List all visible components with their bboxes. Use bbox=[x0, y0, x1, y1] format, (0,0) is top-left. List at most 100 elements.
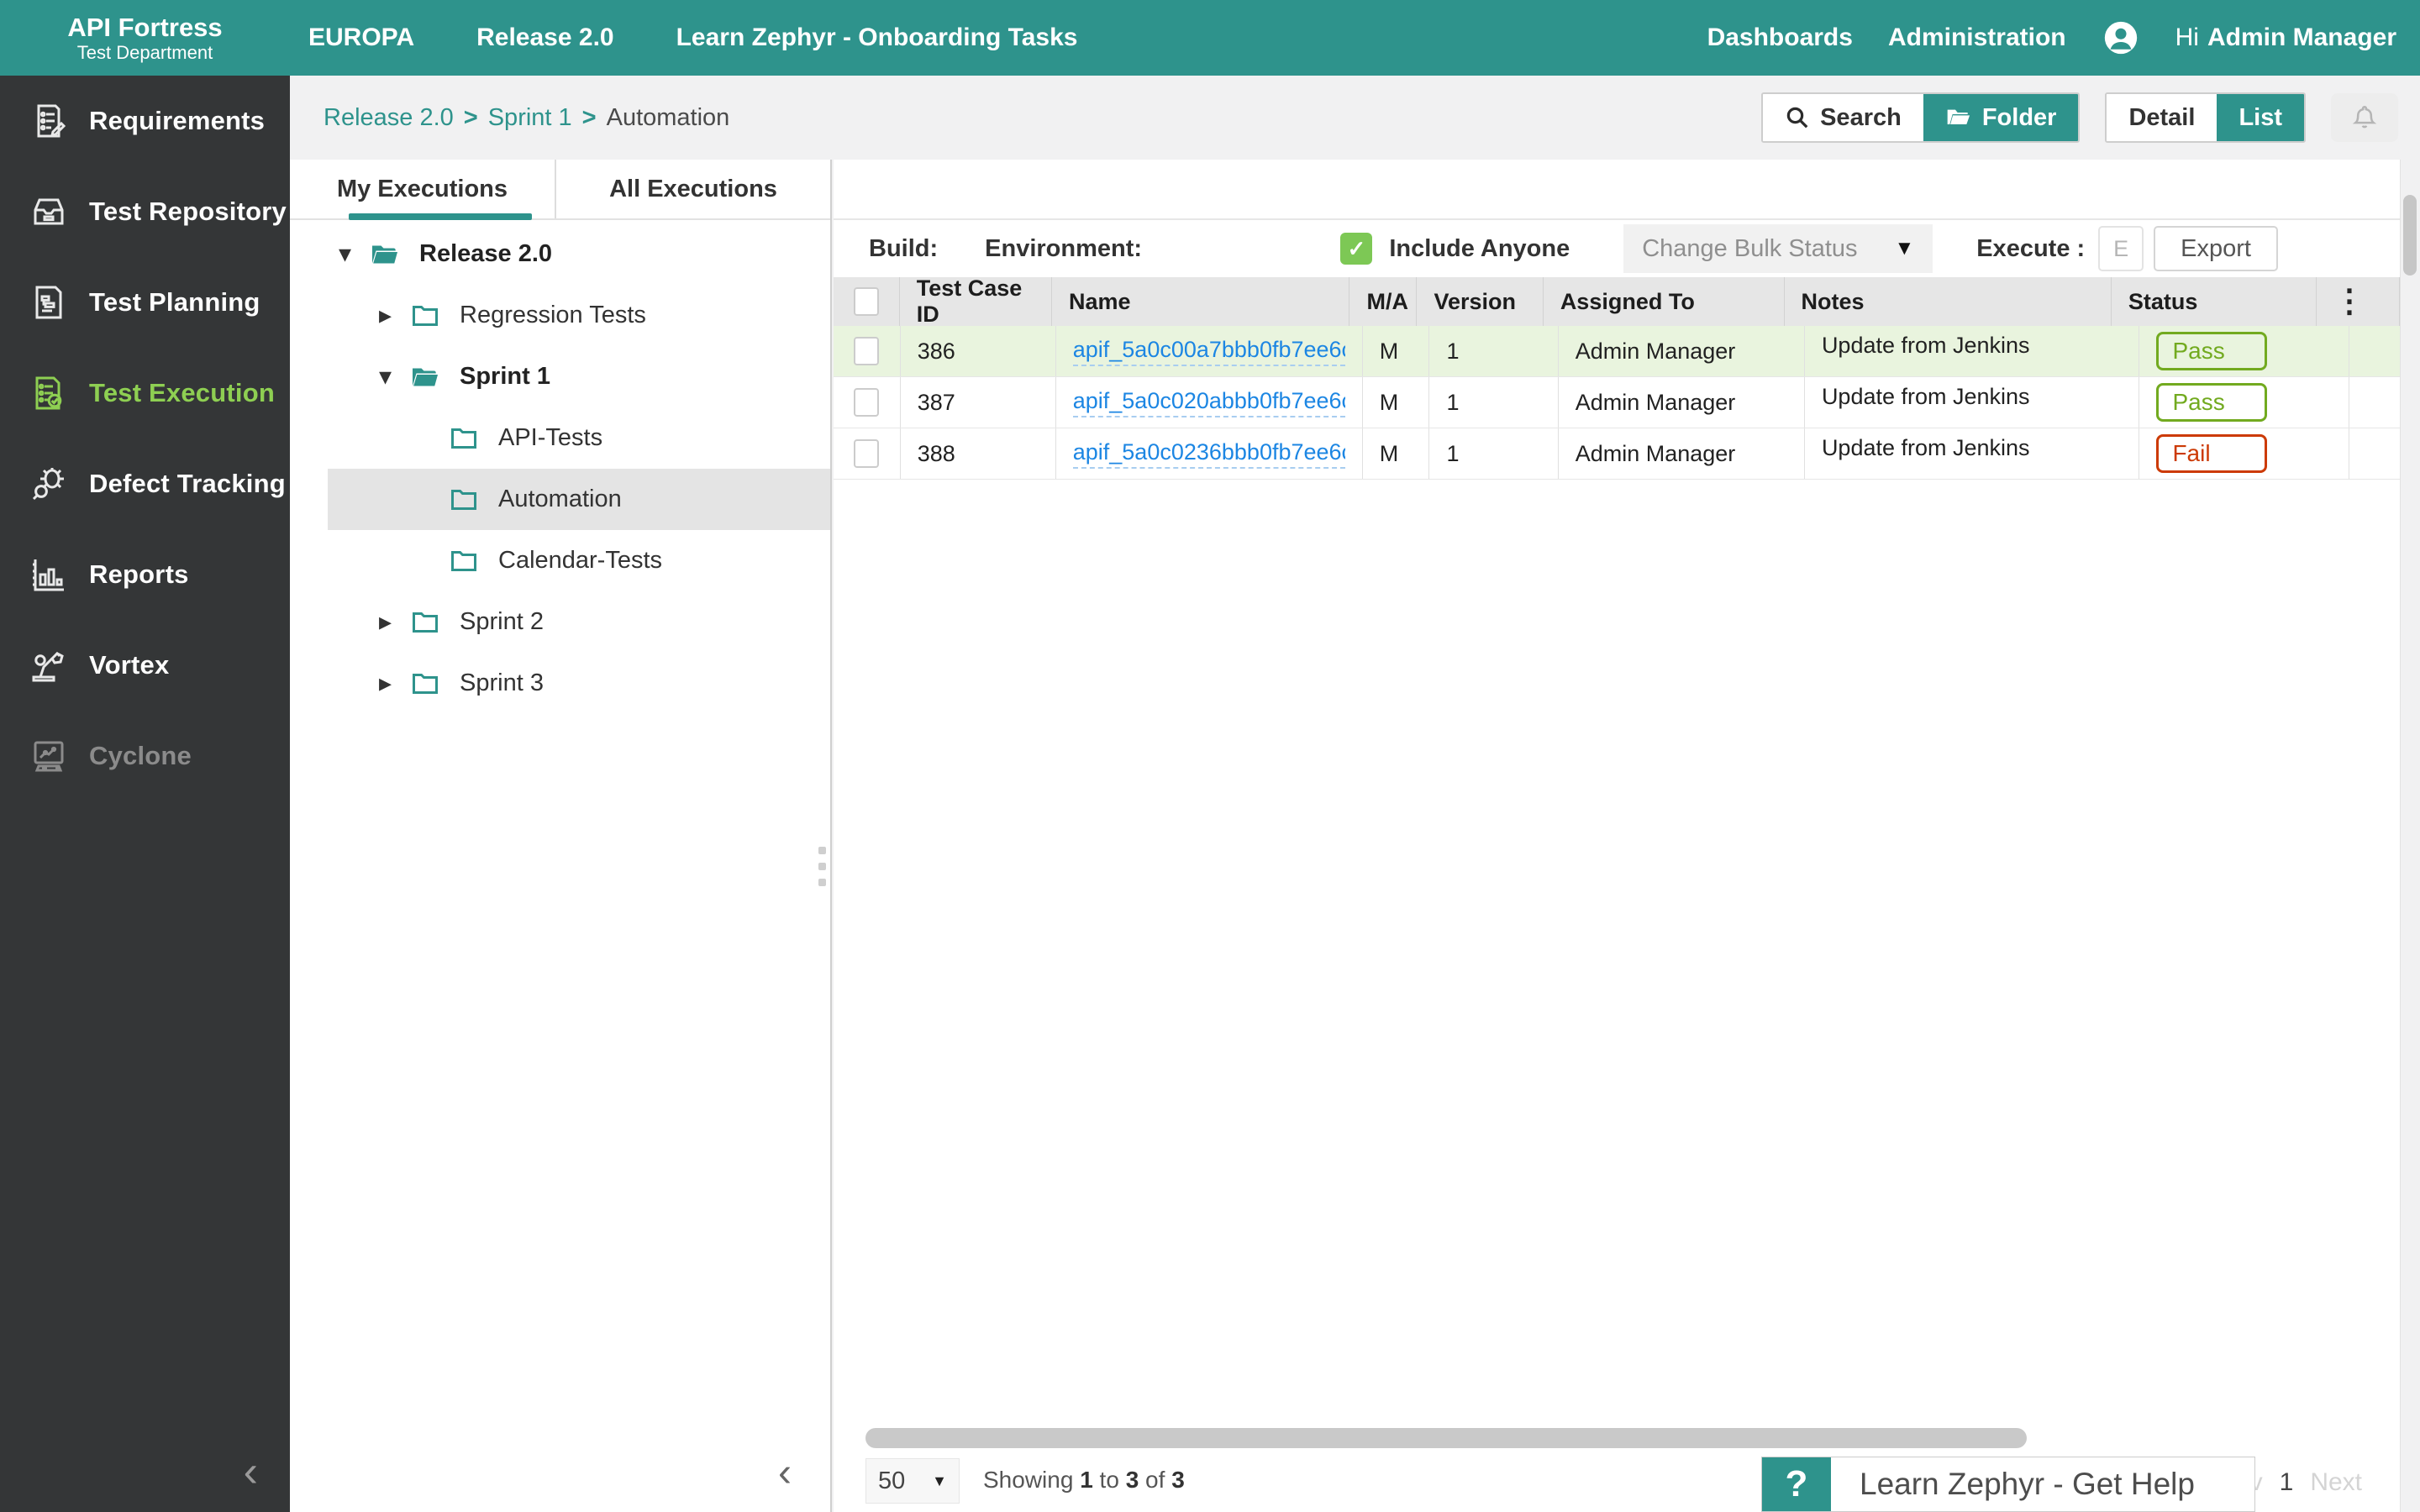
row-checkbox[interactable] bbox=[854, 388, 879, 417]
table-row[interactable]: 386 apif_5a0c00a7bbb0fb7ee6c5... M 1 Adm… bbox=[834, 326, 2400, 377]
sidebar-collapse-chevron-icon[interactable]: ‹ bbox=[244, 1450, 258, 1494]
status-cell: Pass bbox=[2139, 326, 2349, 376]
showing-prefix: Showing bbox=[983, 1467, 1073, 1493]
horizontal-scrollbar-thumb[interactable] bbox=[865, 1428, 2027, 1448]
showing-from: 1 bbox=[1080, 1467, 1093, 1493]
tree-node-automation[interactable]: Automation bbox=[328, 469, 830, 530]
caret-right-icon[interactable]: ▸ bbox=[379, 301, 408, 330]
folder-icon bbox=[408, 607, 443, 638]
sidebar-item-test-repository[interactable]: Test Repository bbox=[0, 166, 290, 257]
showing-total: 3 bbox=[1171, 1467, 1185, 1493]
folder-button[interactable]: Folder bbox=[1923, 94, 2079, 141]
sidebar-item-requirements[interactable]: Requirements bbox=[0, 76, 290, 166]
sidebar-item-defect-tracking[interactable]: Defect Tracking bbox=[0, 438, 290, 529]
notifications-button[interactable] bbox=[2331, 93, 2398, 142]
nav-europa[interactable]: EUROPA bbox=[308, 24, 414, 52]
tree-node-regression-tests[interactable]: ▸ Regression Tests bbox=[328, 285, 830, 346]
test-case-link[interactable]: apif_5a0c0236bbb0fb7ee6c5... bbox=[1073, 439, 1345, 469]
status-badge[interactable]: Fail bbox=[2156, 434, 2267, 473]
sidebar-item-test-execution[interactable]: Test Execution bbox=[0, 348, 290, 438]
select-all-checkbox[interactable] bbox=[854, 287, 879, 316]
column-settings-kebab-icon[interactable]: ⋮ bbox=[2333, 289, 2365, 314]
column-header-name[interactable]: Name bbox=[1052, 277, 1349, 326]
column-header-notes[interactable]: Notes bbox=[1785, 277, 2112, 326]
status-cell: Fail bbox=[2139, 428, 2349, 479]
sidebar-item-cyclone[interactable]: Cyclone bbox=[0, 711, 290, 801]
row-filler bbox=[2349, 326, 2400, 376]
folder-tree: ▾ Release 2.0 ▸ Regression Tests ▾ Sprin… bbox=[290, 220, 830, 714]
tree-collapse-chevron-icon[interactable]: ‹ bbox=[778, 1453, 792, 1494]
column-header-test-case-id[interactable]: Test Case ID bbox=[900, 277, 1052, 326]
tree-node-api-tests[interactable]: API-Tests bbox=[328, 407, 830, 469]
nav-learn-zephyr[interactable]: Learn Zephyr - Onboarding Tasks bbox=[676, 24, 1078, 52]
nav-dashboards[interactable]: Dashboards bbox=[1707, 24, 1853, 52]
caret-right-icon[interactable]: ▸ bbox=[379, 607, 408, 637]
column-header-status[interactable]: Status bbox=[2112, 277, 2317, 326]
greeting-prefix: Hi bbox=[2175, 24, 2199, 51]
tree-node-label: Automation bbox=[498, 486, 622, 513]
tab-my-executions[interactable]: My Executions bbox=[290, 160, 555, 218]
tab-all-executions[interactable]: All Executions bbox=[555, 160, 830, 218]
tree-node-label: Sprint 2 bbox=[460, 608, 544, 636]
row-checkbox[interactable] bbox=[854, 439, 879, 468]
column-header-ma[interactable]: M/A bbox=[1349, 277, 1417, 326]
caret-down-icon[interactable]: ▾ bbox=[379, 362, 408, 391]
test-case-id-cell: 388 bbox=[901, 428, 1056, 479]
ma-cell: M bbox=[1363, 377, 1430, 428]
tree-node-sprint-2[interactable]: ▸ Sprint 2 bbox=[328, 591, 830, 653]
user-greeting[interactable]: HiAdmin Manager bbox=[2175, 24, 2396, 52]
defect-tracking-icon bbox=[29, 464, 69, 504]
tree-node-label: API-Tests bbox=[498, 424, 602, 452]
sidebar: Requirements Test Repository Test Planni… bbox=[0, 76, 290, 1512]
version-cell: 1 bbox=[1429, 428, 1558, 479]
sidebar-item-test-planning[interactable]: Test Planning bbox=[0, 257, 290, 348]
nav-administration[interactable]: Administration bbox=[1888, 24, 2066, 52]
row-checkbox-cell bbox=[834, 377, 901, 428]
status-badge[interactable]: Pass bbox=[2156, 332, 2267, 370]
table-row[interactable]: 387 apif_5a0c020abbb0fb7ee6c5... M 1 Adm… bbox=[834, 377, 2400, 428]
column-header-version[interactable]: Version bbox=[1417, 277, 1543, 326]
notes-cell: Update from Jenkins bbox=[1805, 428, 2140, 479]
assigned-to-cell: Admin Manager bbox=[1559, 428, 1805, 479]
pagination-page-1[interactable]: 1 bbox=[2280, 1468, 2294, 1497]
row-checkbox[interactable] bbox=[854, 337, 879, 365]
page-size-select[interactable]: 50 ▼ bbox=[865, 1458, 960, 1504]
table-row[interactable]: 388 apif_5a0c0236bbb0fb7ee6c5... M 1 Adm… bbox=[834, 428, 2400, 480]
status-badge[interactable]: Pass bbox=[2156, 383, 2267, 422]
executions-toolbar: Build: Environment: ✓ Include Anyone Cha… bbox=[834, 220, 2400, 277]
tree-node-label: Calendar-Tests bbox=[498, 547, 662, 575]
search-button-label: Search bbox=[1820, 104, 1902, 132]
test-case-link[interactable]: apif_5a0c020abbb0fb7ee6c5... bbox=[1073, 388, 1345, 417]
test-repository-icon bbox=[29, 192, 69, 232]
sidebar-item-label: Reports bbox=[89, 559, 189, 590]
breadcrumb-sprint-link[interactable]: Sprint 1 bbox=[488, 104, 572, 132]
vertical-scrollbar-track[interactable] bbox=[2400, 160, 2420, 1512]
detail-button[interactable]: Detail bbox=[2107, 94, 2217, 141]
sidebar-item-label: Requirements bbox=[89, 106, 265, 136]
tree-node-release-2-0[interactable]: ▾ Release 2.0 bbox=[328, 223, 830, 285]
column-header-assigned-to[interactable]: Assigned To bbox=[1544, 277, 1785, 326]
include-anyone-checkbox[interactable]: ✓ bbox=[1340, 233, 1372, 265]
export-button[interactable]: Export bbox=[2154, 226, 2278, 271]
showing-to: 3 bbox=[1126, 1467, 1139, 1493]
tree-node-calendar-tests[interactable]: Calendar-Tests bbox=[328, 530, 830, 591]
nav-release[interactable]: Release 2.0 bbox=[476, 24, 613, 52]
search-button[interactable]: Search bbox=[1763, 94, 1923, 141]
execute-shortcut-button[interactable]: E bbox=[2098, 226, 2144, 271]
tree-node-sprint-1[interactable]: ▾ Sprint 1 bbox=[328, 346, 830, 407]
tree-node-sprint-3[interactable]: ▸ Sprint 3 bbox=[328, 653, 830, 714]
sidebar-item-vortex[interactable]: Vortex bbox=[0, 620, 290, 711]
caret-right-icon[interactable]: ▸ bbox=[379, 669, 408, 698]
caret-down-icon[interactable]: ▾ bbox=[339, 239, 367, 269]
change-bulk-status-select[interactable]: Change Bulk Status ▼ bbox=[1623, 224, 1933, 273]
get-help-banner[interactable]: ? Learn Zephyr - Get Help bbox=[1761, 1457, 2255, 1512]
breadcrumb-release-link[interactable]: Release 2.0 bbox=[324, 104, 454, 132]
list-button[interactable]: List bbox=[2217, 94, 2304, 141]
sidebar-item-reports[interactable]: Reports bbox=[0, 529, 290, 620]
user-avatar-icon[interactable] bbox=[2102, 18, 2140, 57]
pagination-next[interactable]: Next bbox=[2310, 1468, 2362, 1497]
list-button-label: List bbox=[2238, 104, 2282, 132]
test-case-link[interactable]: apif_5a0c00a7bbb0fb7ee6c5... bbox=[1073, 337, 1345, 366]
vertical-scrollbar-thumb[interactable] bbox=[2403, 195, 2417, 276]
showing-summary: Showing 1 to 3 of 3 bbox=[983, 1467, 1185, 1494]
